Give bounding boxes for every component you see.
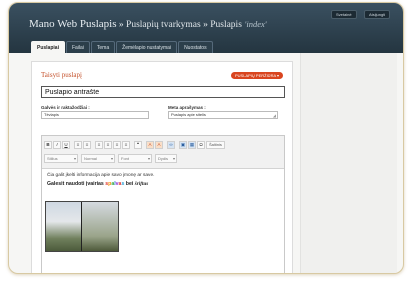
align-justify-icon[interactable]: ≡ (122, 141, 130, 149)
content-heading: Galesit naudoti įvairias spalvas bei šri… (47, 181, 148, 187)
breadcrumb-template: 'index' (244, 19, 267, 29)
resize-grip-icon[interactable]: ◢ (273, 113, 276, 118)
tab-settings[interactable]: Nuostatos (178, 41, 213, 53)
logout-button[interactable]: Atsijungti (364, 10, 391, 19)
sidebar (300, 53, 397, 273)
breadcrumb-page: Puslapis (210, 20, 242, 30)
site-name[interactable]: Mano Web Puslapis (29, 18, 117, 30)
keywords-input[interactable]: Tėvlapis (41, 111, 149, 119)
app-frame: Mano Web Puslapis » Puslapių tvarkymas »… (8, 2, 404, 274)
chevron-down-icon: ▾ (172, 156, 175, 161)
editor-toolbar: B I U ≡ ≡ ≡ ≡ ≡ ≡ ❝ A A ∞ ▣ ▦ Ω Šaltinis Stilius ▾ Normal… (42, 136, 284, 169)
castle-photo[interactable] (45, 201, 119, 252)
text-color-icon[interactable]: A (146, 141, 154, 149)
italic-icon[interactable]: I (53, 141, 61, 149)
breadcrumb-pages-admin[interactable]: Puslapių tvarkymas (126, 20, 201, 30)
rich-text-editor: B I U ≡ ≡ ≡ ≡ ≡ ≡ ❝ A A ∞ ▣ ▦ Ω Šaltinis Stilius ▾ Normal… (41, 135, 285, 273)
header: Mano Web Puslapis » Puslapių tvarkymas »… (9, 3, 403, 53)
meta-description-input[interactable]: Puslapis apie sitelis ◢ (168, 111, 278, 119)
content-heading-segment: šriftus (134, 181, 149, 187)
underline-icon[interactable]: U (62, 141, 70, 149)
toolbar-row-selects: Stilius ▾ Normal ▾ Font ▾ Dydis ▾ (44, 154, 180, 163)
content-heading-segment: Galesit naudoti įvairias (47, 181, 106, 187)
toolbar-row-formatting: B I U ≡ ≡ ≡ ≡ ≡ ≡ ❝ A A ∞ ▣ ▦ Ω Šaltinis (44, 141, 225, 149)
bold-icon[interactable]: B (44, 141, 52, 149)
meta-description-label: Meta aprašymas : (168, 105, 206, 110)
table-icon[interactable]: ▦ (188, 141, 196, 149)
tab-files[interactable]: Failai (65, 41, 90, 53)
keywords-label: Galvės ir raktažodžiai : (41, 105, 90, 110)
panel-title: Taisyti puslapį (41, 71, 82, 79)
chevron-down-icon: ▾ (110, 156, 113, 161)
link-icon[interactable]: ∞ (167, 141, 175, 149)
breadcrumb-separator: » (200, 20, 211, 30)
size-select-value: Dydis (158, 156, 169, 161)
format-select[interactable]: Normal ▾ (81, 154, 115, 163)
editor-content-area[interactable]: Čia galit įkelti informacija apie savo į… (42, 170, 284, 273)
size-select[interactable]: Dydis ▾ (155, 154, 177, 163)
style-select[interactable]: Stilius ▾ (44, 154, 78, 163)
format-select-value: Normal (84, 156, 97, 161)
edit-page-panel: Taisyti puslapį PUSLAPIŲ PERŽIŪRA ▾ Galv… (31, 61, 293, 273)
visit-site-button[interactable]: Svetainė (331, 10, 357, 19)
image-icon[interactable]: ▣ (179, 141, 187, 149)
photo-tower-right (82, 202, 118, 251)
font-select-value: Font (121, 156, 130, 161)
breadcrumb: Mano Web Puslapis » Puslapių tvarkymas »… (29, 18, 267, 30)
content-paragraph: Čia galit įkelti informacija apie savo į… (47, 173, 155, 178)
align-center-icon[interactable]: ≡ (104, 141, 112, 149)
chevron-down-icon: ▾ (73, 156, 76, 161)
font-select[interactable]: Font ▾ (118, 154, 152, 163)
blockquote-icon[interactable]: ❝ (134, 141, 142, 149)
tab-pages[interactable]: Puslapiai (31, 41, 65, 53)
content-heading-segment: bei (124, 181, 135, 187)
photo-tower-left (46, 202, 82, 251)
background-color-icon[interactable]: A (155, 141, 163, 149)
align-right-icon[interactable]: ≡ (113, 141, 121, 149)
page-preview-button[interactable]: PUSLAPIŲ PERŽIŪRA ▾ (231, 72, 284, 79)
tab-sitemap-settings[interactable]: Žemėlapio nustatymai (116, 41, 178, 53)
meta-description-value: Puslapis apie sitelis (171, 112, 206, 117)
numbered-list-icon[interactable]: ≡ (83, 141, 91, 149)
special-char-icon[interactable]: Ω (197, 141, 205, 149)
page-title-input[interactable] (41, 86, 285, 98)
bullet-list-icon[interactable]: ≡ (74, 141, 82, 149)
tab-theme[interactable]: Tema (90, 41, 116, 53)
align-left-icon[interactable]: ≡ (95, 141, 103, 149)
main-tabs: Puslapiai Failai Tema Žemėlapio nustatym… (31, 41, 214, 53)
style-select-value: Stilius (47, 156, 58, 161)
chevron-down-icon: ▾ (147, 156, 150, 161)
breadcrumb-separator: » (116, 20, 127, 30)
source-button[interactable]: Šaltinis (206, 141, 225, 149)
